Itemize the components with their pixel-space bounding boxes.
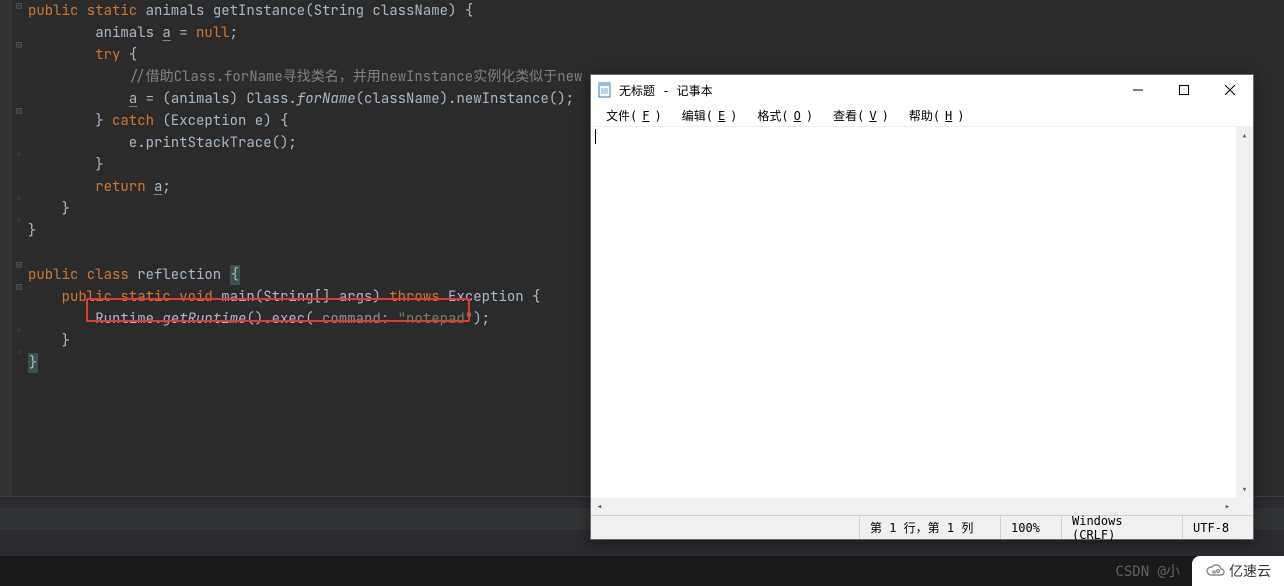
status-position: 第 1 行，第 1 列: [859, 516, 1000, 539]
code-token: }: [28, 222, 36, 240]
code-token: return: [95, 178, 154, 196]
fold-icon[interactable]: ◦: [12, 347, 26, 359]
code-token: a: [162, 24, 170, 42]
code-token: }: [28, 332, 70, 350]
notepad-menubar[interactable]: 文件(F) 编辑(E) 格式(O) 查看(V) 帮助(H): [591, 105, 1253, 126]
code-token: [28, 178, 95, 196]
code-token: animals: [28, 24, 162, 42]
menu-format[interactable]: 格式(O): [747, 105, 823, 126]
close-button[interactable]: [1207, 75, 1253, 105]
text-caret: [595, 129, 596, 144]
code-token: {: [230, 265, 240, 285]
menu-file[interactable]: 文件(F): [596, 105, 672, 126]
status-zoom: 100%: [1000, 516, 1061, 539]
code-token: forName: [297, 90, 356, 108]
code-token: public static: [28, 2, 146, 20]
code-token: //借助Class.forName寻找类名，并用newInstance实例化类似…: [129, 68, 583, 86]
scroll-up-icon[interactable]: ▴: [1236, 127, 1253, 144]
code-token: =: [171, 24, 196, 42]
code-token: (String className) {: [305, 2, 473, 20]
code-token: ;: [230, 24, 238, 42]
horizontal-scrollbar[interactable]: ◂ ▸: [591, 498, 1236, 515]
minimize-button[interactable]: [1115, 75, 1161, 105]
fold-icon[interactable]: ⊟: [12, 281, 26, 293]
code-token: [28, 46, 95, 64]
code-token: = (animals) Class.: [137, 90, 297, 108]
code-token: try: [95, 46, 129, 64]
code-token: reflection: [137, 266, 229, 284]
fold-bar: ⊟ ⊟ ⊟ ◦ ◦ ◦ ⊟ ⊟ ◦ ◦: [12, 0, 28, 496]
code-token: public class: [28, 266, 137, 284]
code-token: animals: [146, 2, 213, 20]
code-token: e.printStackTrace();: [28, 134, 297, 152]
notepad-title: 无标题 - 记事本: [619, 82, 1115, 99]
code-token: [28, 68, 129, 86]
menu-help[interactable]: 帮助(H): [899, 105, 975, 126]
code-token: );: [473, 310, 490, 328]
code-token: }: [28, 156, 104, 174]
notepad-titlebar[interactable]: 无标题 - 记事本: [591, 75, 1253, 105]
brand-label: 亿速云: [1229, 561, 1271, 581]
menu-view[interactable]: 查看(V): [823, 105, 899, 126]
code-token: null: [196, 24, 230, 42]
status-eol: Windows (CRLF): [1061, 516, 1182, 539]
status-encoding: UTF-8: [1182, 516, 1253, 539]
notepad-textarea[interactable]: ▴ ▾ ◂ ▸: [591, 126, 1253, 515]
code-token: catch: [112, 112, 162, 130]
brand-badge[interactable]: 亿速云: [1192, 556, 1284, 586]
code-token: [28, 90, 129, 108]
menu-edit[interactable]: 编辑(E): [672, 105, 748, 126]
code-token: ;: [162, 178, 170, 196]
fold-icon[interactable]: ⊟: [12, 259, 26, 271]
code-token: getInstance: [213, 2, 305, 20]
code-area[interactable]: public static animals getInstance(String…: [28, 0, 45, 396]
gutter: [0, 0, 12, 496]
scroll-right-icon[interactable]: ▸: [1219, 498, 1236, 515]
fold-icon[interactable]: ⊟: [12, 39, 26, 51]
code-token: {: [129, 46, 137, 64]
fold-icon[interactable]: ⊟: [12, 0, 26, 12]
scroll-down-icon[interactable]: ▾: [1236, 481, 1253, 498]
scroll-left-icon[interactable]: ◂: [591, 498, 608, 515]
code-token: (className).newInstance();: [356, 90, 574, 108]
scrollbar-corner: [1236, 498, 1253, 515]
vertical-scrollbar[interactable]: ▴ ▾: [1236, 127, 1253, 498]
fold-icon[interactable]: ◦: [12, 325, 26, 337]
csdn-watermark: CSDN @小: [1115, 561, 1184, 581]
highlight-box: [86, 298, 470, 322]
code-token: (Exception e) {: [162, 112, 288, 130]
notepad-window[interactable]: 无标题 - 记事本 文件(F) 编辑(E) 格式(O) 查看(V) 帮助(H) …: [590, 74, 1254, 540]
code-token: }: [28, 353, 38, 373]
cloud-icon: [1205, 564, 1225, 578]
notepad-app-icon: [597, 82, 613, 98]
code-token: }: [28, 112, 112, 130]
fold-icon[interactable]: ◦: [12, 149, 26, 161]
code-token: a: [129, 90, 137, 108]
fold-icon[interactable]: ◦: [12, 215, 26, 227]
page-footer: CSDN @小: [0, 556, 1284, 586]
code-token: }: [28, 200, 70, 218]
fold-icon[interactable]: ⊟: [12, 105, 26, 117]
code-token: [28, 288, 62, 306]
fold-icon[interactable]: ◦: [12, 193, 26, 205]
maximize-button[interactable]: [1161, 75, 1207, 105]
notepad-statusbar: 第 1 行，第 1 列 100% Windows (CRLF) UTF-8: [591, 515, 1253, 539]
